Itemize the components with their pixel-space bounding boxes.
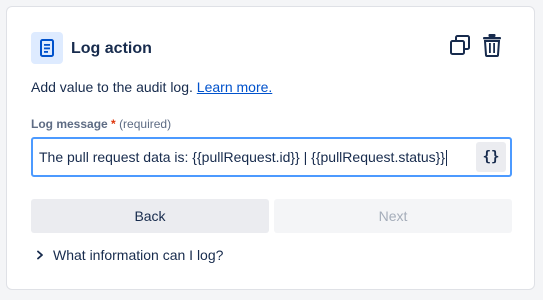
required-asterisk: * [111, 117, 116, 131]
duplicate-button[interactable] [446, 33, 474, 61]
smart-value-button[interactable]: {} [476, 142, 506, 172]
log-message-label: Log message * (required) [31, 117, 171, 131]
label-text: Log message [31, 117, 108, 131]
description-text: Add value to the audit log. [31, 79, 197, 95]
back-button[interactable]: Back [31, 199, 269, 233]
learn-more-link[interactable]: Learn more. [197, 79, 272, 95]
log-message-input[interactable]: The pull request data is: {{pullRequest.… [31, 137, 512, 177]
disclosure-label: What information can I log? [53, 247, 224, 263]
card-header: Log action [31, 27, 510, 69]
chevron-right-icon [35, 250, 45, 260]
log-action-card: Log action Add value to the audit log. L… [6, 6, 535, 290]
next-button[interactable]: Next [274, 199, 512, 233]
delete-button[interactable] [478, 33, 506, 61]
document-icon [31, 32, 63, 64]
copy-icon [449, 34, 471, 61]
log-message-value[interactable]: The pull request data is: {{pullRequest.… [39, 149, 447, 166]
description: Add value to the audit log. Learn more. [31, 79, 272, 95]
required-text: (required) [119, 117, 172, 131]
what-can-i-log-toggle[interactable]: What information can I log? [35, 247, 223, 263]
trash-icon [482, 33, 502, 62]
card-title: Log action [71, 40, 152, 57]
